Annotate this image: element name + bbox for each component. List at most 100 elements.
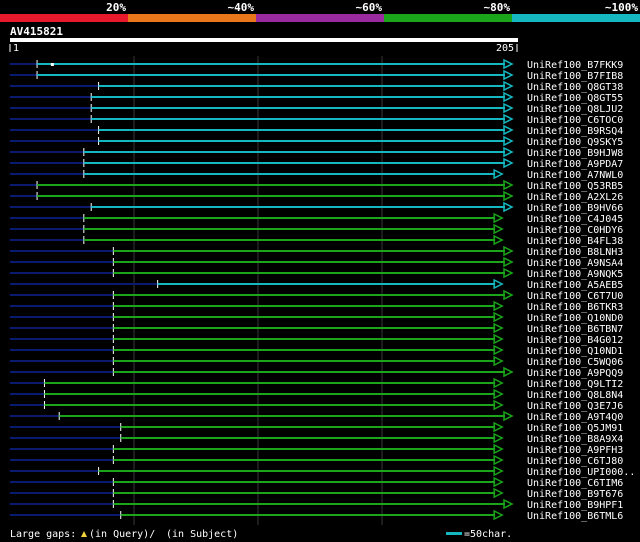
scale-segment: [0, 14, 128, 22]
hit-row[interactable]: UniRef100_Q9LTI2: [10, 377, 623, 390]
hit-arrow-icon: [503, 80, 514, 92]
scale-label: =50char.: [464, 529, 512, 540]
hit-row[interactable]: UniRef100_B9HV66: [10, 201, 623, 214]
hit-row[interactable]: UniRef100_B7FIB8: [10, 69, 623, 82]
hit-row[interactable]: UniRef100_A5AEB5: [10, 278, 623, 291]
hit-row[interactable]: UniRef100_C6TIM6: [10, 476, 623, 489]
hit-name[interactable]: UniRef100_B9HJW8: [527, 148, 623, 159]
hit-name[interactable]: UniRef100_B4G012: [527, 335, 623, 346]
hit-name[interactable]: UniRef100_B9HV66: [527, 203, 623, 214]
hit-name[interactable]: UniRef100_Q10ND1: [527, 346, 623, 357]
hit-name[interactable]: UniRef100_A9PFH3: [527, 445, 623, 456]
hit-row[interactable]: UniRef100_B8LNH3: [10, 245, 623, 258]
hit-row[interactable]: UniRef100_C4J045: [10, 212, 623, 225]
legend-gap-query: (in Query)/: [89, 529, 155, 540]
hit-row[interactable]: UniRef100_C0HDY6: [10, 223, 623, 236]
hit-name[interactable]: UniRef100_C6TOC0: [527, 115, 623, 126]
hit-row[interactable]: UniRef100_A9NSA4: [10, 256, 623, 269]
hit-row[interactable]: UniRef100_Q8L8N4: [10, 388, 623, 401]
hit-name[interactable]: UniRef100_B4FL38: [527, 236, 623, 247]
hit-name[interactable]: UniRef100_A2XL26: [527, 192, 623, 203]
hit-arrow-icon: [493, 399, 504, 411]
scale-label-2: ~60%: [356, 1, 383, 14]
hit-row[interactable]: UniRef100_C6TOC0: [10, 113, 623, 126]
grid-lines: [133, 56, 383, 525]
hit-row[interactable]: UniRef100_C5WQ06: [10, 355, 623, 368]
hit-name[interactable]: UniRef100_A9NQK5: [527, 269, 623, 280]
hit-row[interactable]: UniRef100_UPI000..: [10, 465, 635, 478]
hit-row[interactable]: UniRef100_B9HPF1: [10, 498, 623, 511]
hit-row[interactable]: UniRef100_A9PFH3: [10, 443, 623, 456]
hit-name[interactable]: UniRef100_Q53RB5: [527, 181, 623, 192]
hit-row[interactable]: UniRef100_B6TML6: [10, 509, 623, 522]
hit-name[interactable]: UniRef100_B7FKK9: [527, 60, 623, 71]
hit-row[interactable]: UniRef100_Q5JM91: [10, 421, 623, 434]
hit-row[interactable]: UniRef100_B8A9X4: [10, 432, 623, 445]
hit-name[interactable]: UniRef100_B9RSQ4: [527, 126, 623, 137]
hit-row[interactable]: UniRef100_A9T4Q0: [10, 410, 623, 423]
hit-name[interactable]: UniRef100_Q8LJU2: [527, 104, 623, 115]
hit-arrow-icon: [503, 267, 514, 279]
hit-row[interactable]: UniRef100_B9T676: [10, 487, 623, 500]
hit-name[interactable]: UniRef100_B8A9X4: [527, 434, 623, 445]
hit-arrow-icon: [503, 113, 514, 125]
hit-name[interactable]: UniRef100_Q9SKY5: [527, 137, 623, 148]
hit-name[interactable]: UniRef100_UPI000..: [527, 467, 635, 478]
hit-name[interactable]: UniRef100_Q8GT55: [527, 93, 623, 104]
hit-name[interactable]: UniRef100_B9HPF1: [527, 500, 623, 511]
hit-name[interactable]: UniRef100_Q8GT38: [527, 82, 623, 93]
hit-row[interactable]: UniRef100_Q9SKY5: [10, 135, 623, 148]
hit-name[interactable]: UniRef100_A9NSA4: [527, 258, 623, 269]
hit-row[interactable]: UniRef100_B4FL38: [10, 234, 623, 247]
hit-name[interactable]: UniRef100_A9T4Q0: [527, 412, 623, 423]
hit-name[interactable]: UniRef100_B6TBN7: [527, 324, 623, 335]
hit-row[interactable]: UniRef100_A9NQK5: [10, 267, 623, 280]
hit-name[interactable]: UniRef100_Q5JM91: [527, 423, 623, 434]
hit-name[interactable]: UniRef100_C6TIM6: [527, 478, 623, 489]
hit-name[interactable]: UniRef100_Q10ND0: [527, 313, 623, 324]
hit-name[interactable]: UniRef100_A9PDA7: [527, 159, 623, 170]
hit-name[interactable]: UniRef100_B6TML6: [527, 511, 623, 522]
hit-row[interactable]: UniRef100_A9PQQ9: [10, 366, 623, 379]
hit-name[interactable]: UniRef100_C6TJ80: [527, 456, 623, 467]
hit-row[interactable]: UniRef100_C6T7U0: [10, 289, 623, 302]
hit-name[interactable]: UniRef100_Q9LTI2: [527, 379, 623, 390]
hit-name[interactable]: UniRef100_C6T7U0: [527, 291, 623, 302]
hit-name[interactable]: UniRef100_A9PQQ9: [527, 368, 623, 379]
hit-name[interactable]: UniRef100_B6TKR3: [527, 302, 623, 313]
hit-row[interactable]: UniRef100_Q8GT55: [10, 91, 623, 104]
hit-row[interactable]: UniRef100_Q10ND0: [10, 311, 623, 324]
scale-label-0: 20%: [106, 1, 126, 14]
hit-row[interactable]: UniRef100_Q53RB5: [10, 179, 623, 192]
hit-row[interactable]: UniRef100_B6TBN7: [10, 322, 623, 335]
hit-row[interactable]: UniRef100_Q3E7J6: [10, 399, 623, 412]
hit-row[interactable]: UniRef100_Q8LJU2: [10, 102, 623, 115]
hit-row[interactable]: UniRef100_Q8GT38: [10, 80, 623, 93]
hit-name[interactable]: UniRef100_C5WQ06: [527, 357, 623, 368]
hit-arrow-icon: [493, 234, 504, 246]
hit-row[interactable]: UniRef100_A2XL26: [10, 190, 623, 203]
hit-name[interactable]: UniRef100_Q3E7J6: [527, 401, 623, 412]
legend-gap-subject: (in Subject): [166, 529, 238, 540]
hit-row[interactable]: UniRef100_A7NWL0: [10, 168, 623, 181]
hit-arrow-icon: [493, 509, 504, 521]
hit-arrow-icon: [493, 278, 504, 290]
hit-name[interactable]: UniRef100_B8LNH3: [527, 247, 623, 258]
hit-name[interactable]: UniRef100_B9T676: [527, 489, 623, 500]
hit-row[interactable]: UniRef100_B6TKR3: [10, 300, 623, 313]
query-ruler-bar: [10, 38, 518, 42]
hit-name[interactable]: UniRef100_C0HDY6: [527, 225, 623, 236]
hit-row[interactable]: UniRef100_C6TJ80: [10, 454, 623, 467]
hit-row[interactable]: UniRef100_B9RSQ4: [10, 124, 623, 137]
hit-name[interactable]: UniRef100_A5AEB5: [527, 280, 623, 291]
hit-name[interactable]: UniRef100_A7NWL0: [527, 170, 623, 181]
hit-row[interactable]: UniRef100_B9HJW8: [10, 146, 623, 159]
hit-name[interactable]: UniRef100_B7FIB8: [527, 71, 623, 82]
hit-row[interactable]: UniRef100_B4G012: [10, 333, 623, 346]
hit-row[interactable]: UniRef100_B7FKK9: [10, 58, 623, 71]
hit-name[interactable]: UniRef100_C4J045: [527, 214, 623, 225]
hit-row[interactable]: UniRef100_A9PDA7: [10, 157, 623, 170]
hit-row[interactable]: UniRef100_Q10ND1: [10, 344, 623, 357]
hit-name[interactable]: UniRef100_Q8L8N4: [527, 390, 623, 401]
hit-arrow-icon: [493, 421, 504, 433]
